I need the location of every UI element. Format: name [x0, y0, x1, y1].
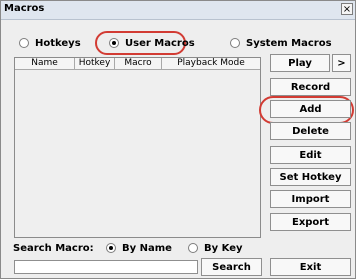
table-header-playback-mode: Playback Mode	[177, 58, 245, 68]
system-macros-option[interactable]: System Macros	[230, 36, 332, 50]
table-header: Name Hotkey Macro Playback Mode	[15, 58, 260, 70]
edit-button[interactable]: Edit	[270, 146, 351, 164]
macros-table: Name Hotkey Macro Playback Mode	[14, 57, 261, 238]
system-macros-radio-icon[interactable]	[230, 38, 240, 48]
search-button[interactable]: Search	[201, 258, 262, 276]
close-icon[interactable]: ×	[341, 3, 353, 15]
title-bar: Macros ×	[1, 1, 355, 20]
hotkeys-radio-icon[interactable]	[19, 38, 29, 48]
search-by-name-radio-icon[interactable]	[106, 243, 116, 253]
table-header-name: Name	[15, 58, 75, 69]
table-header-macro: Macro	[115, 58, 162, 69]
search-by-key-option[interactable]: By Key	[188, 242, 243, 254]
search-by-name-option[interactable]: By Name	[106, 242, 172, 254]
search-macro-label: Search Macro:	[13, 243, 94, 254]
export-button[interactable]: Export	[270, 213, 351, 231]
window-title: Macros	[4, 3, 45, 14]
import-button[interactable]: Import	[270, 190, 351, 208]
play-button[interactable]: Play	[270, 54, 330, 72]
hotkeys-option[interactable]: Hotkeys	[19, 36, 81, 50]
play-options-arrow-button[interactable]: >	[332, 54, 351, 72]
set-hotkey-button[interactable]: Set Hotkey	[270, 168, 351, 186]
table-header-hotkey: Hotkey	[75, 58, 115, 69]
user-macros-radio-icon[interactable]	[109, 38, 119, 48]
exit-button[interactable]: Exit	[270, 258, 351, 276]
search-by-key-radio-icon[interactable]	[188, 243, 198, 253]
hotkeys-label: Hotkeys	[35, 37, 81, 49]
user-macros-option[interactable]: User Macros	[109, 36, 195, 50]
search-by-name-label: By Name	[122, 242, 172, 254]
search-input[interactable]	[14, 260, 198, 274]
delete-button[interactable]: Delete	[270, 122, 351, 140]
system-macros-label: System Macros	[246, 37, 332, 49]
record-button[interactable]: Record	[270, 78, 351, 96]
user-macros-label: User Macros	[125, 37, 195, 49]
macros-window: Macros × Hotkeys User Macros System Macr…	[0, 0, 356, 279]
search-by-key-label: By Key	[204, 242, 243, 254]
add-button[interactable]: Add	[270, 100, 351, 118]
